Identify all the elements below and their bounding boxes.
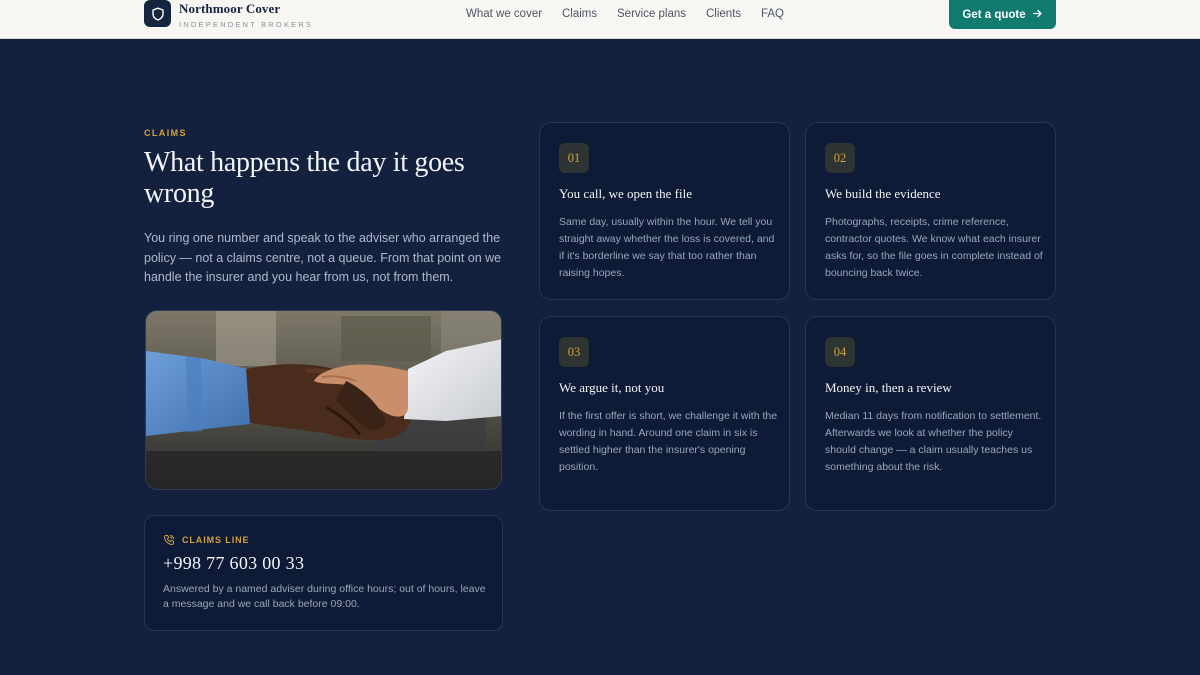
step-title: We build the evidence bbox=[825, 186, 941, 201]
claims-line-label: CLAIMS LINE bbox=[182, 535, 250, 545]
brand-name[interactable]: Northmoor Cover bbox=[179, 1, 280, 17]
step-card-3: 03 We argue it, not you If the first off… bbox=[539, 316, 790, 511]
brand-tagline: INDEPENDENT BROKERS bbox=[179, 20, 314, 29]
step-body: Photographs, receipts, crime reference, … bbox=[825, 216, 1043, 279]
section-eyebrow: CLAIMS bbox=[144, 128, 187, 138]
handshake-photo bbox=[145, 310, 502, 490]
step-title: You call, we open the file bbox=[559, 186, 692, 201]
nav-claims[interactable]: Claims bbox=[562, 8, 597, 20]
step-card-2: 02 We build the evidence Photographs, re… bbox=[805, 122, 1056, 300]
step-body: If the first offer is short, we challeng… bbox=[559, 410, 778, 473]
claims-phone-number[interactable]: +998 77 603 00 33 bbox=[163, 553, 304, 574]
step-title: Money in, then a review bbox=[825, 380, 952, 395]
shield-logo-icon[interactable] bbox=[144, 0, 171, 27]
step-body: Same day, usually within the hour. We te… bbox=[559, 216, 775, 279]
nav-what-we-cover[interactable]: What we cover bbox=[466, 8, 542, 20]
step-card-1: 01 You call, we open the file Same day, … bbox=[539, 122, 790, 300]
section-intro: You ring one number and speak to the adv… bbox=[144, 231, 502, 284]
step-number: 01 bbox=[559, 143, 589, 173]
nav-service-plans[interactable]: Service plans bbox=[617, 8, 686, 20]
step-number: 03 bbox=[559, 337, 589, 367]
claims-line-card: CLAIMS LINE +998 77 603 00 33 Answered b… bbox=[144, 515, 503, 631]
get-a-quote-button[interactable]: Get a quote bbox=[949, 0, 1056, 29]
claims-line-note: Answered by a named adviser during offic… bbox=[163, 583, 486, 610]
cta-label: Get a quote bbox=[962, 8, 1026, 21]
nav-clients[interactable]: Clients bbox=[706, 8, 741, 20]
step-title: We argue it, not you bbox=[559, 380, 665, 395]
nav-faq[interactable]: FAQ bbox=[761, 8, 784, 20]
phone-icon bbox=[163, 533, 175, 551]
step-number: 04 bbox=[825, 337, 855, 367]
step-body: Median 11 days from notification to sett… bbox=[825, 410, 1042, 473]
step-card-4: 04 Money in, then a review Median 11 day… bbox=[805, 316, 1056, 511]
step-number: 02 bbox=[825, 143, 855, 173]
arrow-right-icon bbox=[1032, 8, 1043, 22]
section-heading: What happens the day it goes wrong bbox=[144, 147, 465, 209]
site-header: Northmoor Cover INDEPENDENT BROKERS What… bbox=[0, 0, 1200, 39]
